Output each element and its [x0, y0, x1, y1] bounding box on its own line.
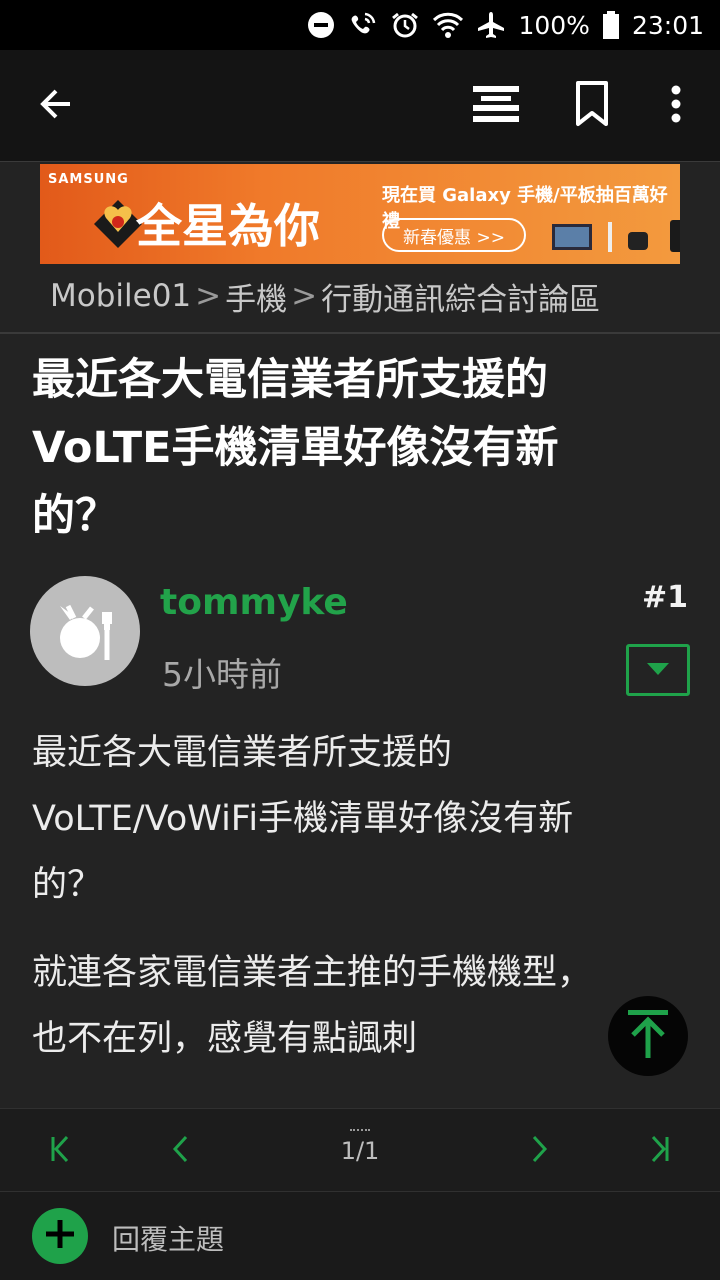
- post-paragraph: 就連各家電信業者主推的手機機型， 也不在列，感覺有點諷刺: [32, 953, 593, 1059]
- next-page-icon: [531, 1134, 549, 1168]
- banner-brand: SAMSUNG: [48, 172, 129, 187]
- ad-banner[interactable]: SAMSUNG 全星為你 現在買 Galaxy 手機/平板抽百萬好禮 新春優惠 …: [40, 164, 680, 264]
- title-line: 最近各大電信業者所支援的: [32, 355, 548, 405]
- scroll-to-top-button[interactable]: [608, 996, 688, 1076]
- banner-cta-button[interactable]: 新春優惠 >>: [382, 218, 526, 252]
- battery-percent: 100%: [518, 10, 590, 40]
- status-bar: 100% 23:01: [0, 0, 720, 50]
- prev-page-icon: [171, 1134, 189, 1168]
- page-dots: [350, 1129, 370, 1133]
- breadcrumb: Mobile01 > 手機 > 行動通訊綜合討論區: [50, 272, 600, 320]
- title-line: VoLTE手機清單好像沒有新: [32, 423, 559, 473]
- first-page-icon: [49, 1134, 71, 1168]
- breadcrumb-separator: >: [291, 278, 318, 314]
- reply-bar[interactable]: 回覆主題: [0, 1192, 720, 1280]
- post-number: #1: [641, 580, 688, 615]
- breadcrumb-item-home[interactable]: Mobile01: [50, 278, 191, 314]
- last-page-icon: [649, 1134, 671, 1168]
- caret-down-icon: [646, 661, 670, 680]
- alarm-icon: [390, 10, 420, 40]
- airplane-icon: [476, 10, 506, 40]
- post-body: 最近各大電信業者所支援的 VoLTE/VoWiFi手機清單好像沒有新 的？ 就連…: [32, 720, 682, 1094]
- battery-icon: [602, 10, 620, 40]
- title-line: 的？: [32, 491, 118, 541]
- pagination-bar: 1/1: [0, 1108, 720, 1192]
- page-indicator[interactable]: 1/1: [320, 1137, 400, 1165]
- wifi-calling-icon: [348, 10, 378, 40]
- post-timestamp: 5小時前: [162, 655, 282, 694]
- more-vert-icon: [670, 84, 682, 128]
- wifi-icon: [432, 10, 464, 40]
- list-menu-button[interactable]: [460, 50, 532, 162]
- clock: 23:01: [631, 10, 704, 40]
- first-page-button[interactable]: [30, 1109, 90, 1193]
- page-title: 最近各大電信業者所支援的 VoLTE手機清單好像沒有新 的？: [32, 346, 672, 550]
- last-page-button[interactable]: [630, 1109, 690, 1193]
- back-arrow-icon: [36, 84, 76, 128]
- product-images: [550, 216, 680, 256]
- arrow-up-to-top-icon: [625, 1008, 671, 1064]
- breadcrumb-separator: >: [195, 278, 222, 314]
- prev-page-button[interactable]: [150, 1109, 210, 1193]
- reply-label[interactable]: 回覆主題: [112, 1218, 224, 1258]
- post-options-dropdown[interactable]: [626, 644, 690, 696]
- author-username[interactable]: tommyke: [160, 582, 348, 623]
- avatar[interactable]: [30, 576, 140, 686]
- breadcrumb-item-forum[interactable]: 行動通訊綜合討論區: [321, 274, 600, 319]
- bookmark-icon: [574, 80, 610, 132]
- app-bar: [0, 50, 720, 162]
- list-menu-icon: [471, 84, 521, 128]
- do-not-disturb-icon: [306, 10, 336, 40]
- post-paragraph: 最近各大電信業者所支援的 VoLTE/VoWiFi手機清單好像沒有新 的？: [32, 733, 574, 905]
- divider: [0, 332, 720, 334]
- more-options-button[interactable]: [646, 50, 706, 162]
- banner-title: 全星為你: [136, 199, 320, 253]
- back-button[interactable]: [20, 50, 92, 162]
- plus-icon: [43, 1217, 77, 1255]
- next-page-button[interactable]: [510, 1109, 570, 1193]
- reply-button[interactable]: [32, 1208, 88, 1264]
- breadcrumb-item-phones[interactable]: 手機: [225, 274, 287, 319]
- bookmark-button[interactable]: [556, 50, 628, 162]
